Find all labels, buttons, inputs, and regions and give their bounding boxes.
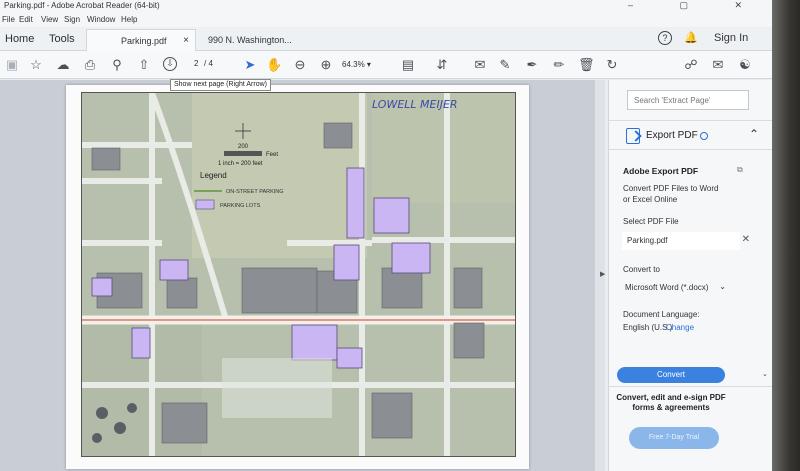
hand-icon[interactable]: ✋ (266, 57, 282, 73)
select-file-label: Select PDF File (623, 217, 679, 226)
cursor-icon[interactable]: ➤ (242, 57, 258, 73)
scale-value: 200 (238, 144, 249, 150)
chevron-up-icon[interactable]: ⌃ (749, 127, 759, 141)
handwritten-note: LOWELL MEIJER (372, 98, 458, 111)
menu-file[interactable]: File (2, 15, 15, 24)
export-pdf-label: Export PDF (646, 130, 698, 141)
export-pdf-header[interactable]: Export PDF ⌃ (609, 120, 772, 150)
save-icon[interactable]: ▣ (4, 57, 20, 73)
zoom-out-icon[interactable]: ⊖ (292, 57, 308, 73)
legend-on-street: ON-STREET PARKING (226, 189, 284, 195)
legend-title: Legend (200, 171, 227, 180)
rotate-icon[interactable]: ↻ (604, 57, 620, 73)
window-title: Parking.pdf - Adobe Acrobat Reader (64-b… (4, 1, 160, 10)
tab-label: 990 N. Washington... (208, 35, 292, 45)
menu-bar: File Edit View Sign Window Help (0, 14, 772, 27)
title-bar: Parking.pdf - Adobe Acrobat Reader (64-b… (0, 0, 772, 14)
star-icon[interactable]: ☆ (28, 57, 44, 73)
monitor-bezel (772, 0, 800, 471)
close-tab-icon[interactable]: × (183, 35, 189, 46)
tab-parking-pdf[interactable]: Parking.pdf × (86, 29, 196, 51)
help-icon[interactable]: ? (658, 31, 672, 45)
description-line-2: or Excel Online (623, 195, 678, 204)
account-icon[interactable]: ☯ (737, 57, 753, 73)
remove-file-icon[interactable]: ✕ (742, 234, 750, 245)
export-pdf-icon (626, 128, 640, 144)
prev-page-icon[interactable]: ⇧ (136, 57, 152, 73)
document-language-label: Document Language: (623, 310, 700, 319)
edit-icon[interactable]: ✏ (551, 57, 567, 73)
next-page-icon[interactable]: ⇩ (163, 57, 177, 71)
parking-map: 200 Feet 1 inch = 200 feet Legend ON-STR… (81, 92, 516, 457)
menu-view[interactable]: View (41, 15, 58, 24)
comment-icon[interactable]: ✉ (472, 57, 488, 73)
trash-icon[interactable]: 🗑 (578, 57, 595, 73)
bell-icon[interactable]: 🔔 (684, 31, 698, 44)
fit-page-icon[interactable]: ▤ (400, 57, 416, 73)
next-page-tooltip: Show next page (Right Arrow) (170, 79, 271, 91)
page-number-input[interactable]: 2 (194, 59, 198, 68)
scroll-mode-icon[interactable]: ⇵ (434, 57, 450, 73)
info-icon (700, 132, 708, 140)
right-tools-panel: Search 'Extract Page' Export PDF ⌃ Adobe… (608, 80, 772, 471)
tab-990-washington[interactable]: 990 N. Washington... (200, 29, 310, 51)
zoom-in-icon[interactable]: ⊕ (318, 57, 334, 73)
selected-file-field[interactable]: Parking.pdf ✕ (622, 232, 750, 250)
main-toolbar: ▣ ☆ ☁ ⎙ ⚲ ⇧ ⇩ 2 / 4 ➤ ✋ ⊖ ⊕ 64.3% ▾ ▤ ⇵ … (0, 51, 772, 79)
selected-file-name: Parking.pdf (627, 236, 668, 245)
section-title: Adobe Export PDF (623, 166, 699, 176)
scale-ratio: 1 inch = 200 feet (218, 161, 263, 167)
upload-cloud-icon[interactable]: ☁ (55, 57, 71, 73)
share-icon[interactable]: ☍ (683, 57, 699, 73)
search-icon[interactable]: ⚲ (109, 57, 125, 73)
document-language-value: English (U.S.) (623, 323, 673, 332)
sign-icon[interactable]: ✒ (524, 57, 540, 73)
zoom-level-select[interactable]: 64.3% ▾ (342, 58, 382, 72)
email-icon[interactable]: ✉ (710, 57, 726, 73)
tools-search-input[interactable]: Search 'Extract Page' (627, 90, 749, 110)
document-viewport[interactable]: 200 Feet 1 inch = 200 feet Legend ON-STR… (0, 80, 600, 471)
legend-parking-lots: PARKING LOTS (220, 203, 261, 209)
menu-help[interactable]: Help (121, 15, 137, 24)
description-line-1: Convert PDF Files to Word (623, 184, 719, 193)
convert-to-label: Convert to (623, 265, 660, 274)
scale-unit: Feet (266, 152, 278, 158)
page-total: / 4 (204, 59, 213, 68)
panel-divider (609, 386, 772, 387)
pdf-page: 200 Feet 1 inch = 200 feet Legend ON-STR… (66, 85, 529, 469)
nav-home[interactable]: Home (5, 33, 34, 45)
menu-window[interactable]: Window (87, 15, 115, 24)
collapse-panel-icon[interactable]: ▶ (600, 270, 605, 278)
scale-bar (224, 151, 262, 156)
pen-icon[interactable]: ✎ (497, 57, 513, 73)
print-icon[interactable]: ⎙ (82, 57, 98, 73)
sign-in-link[interactable]: Sign In (714, 32, 748, 44)
menu-sign[interactable]: Sign (64, 15, 80, 24)
free-trial-button[interactable]: Free 7-Day Trial (629, 427, 719, 449)
convert-button[interactable]: Convert (617, 367, 725, 383)
format-selected: Microsoft Word (*.docx) (625, 283, 709, 292)
format-select[interactable]: Microsoft Word (*.docx) ⌄ (622, 280, 726, 296)
tab-label: Parking.pdf (121, 36, 167, 46)
window-controls[interactable]: – ▢ ✕ (628, 0, 764, 11)
acrobat-window: Parking.pdf - Adobe Acrobat Reader (64-b… (0, 0, 772, 471)
nav-tools[interactable]: Tools (49, 33, 75, 45)
copy-icon[interactable]: ⧉ (737, 165, 743, 175)
tab-row: Home Tools Parking.pdf × 990 N. Washingt… (0, 27, 772, 51)
panel-scroll-chevron-icon[interactable]: ⌄ (762, 370, 768, 378)
change-language-link[interactable]: Change (666, 323, 694, 332)
menu-edit[interactable]: Edit (19, 15, 33, 24)
chevron-down-icon: ⌄ (719, 282, 726, 291)
map-graphic: 200 Feet 1 inch = 200 feet Legend ON-STR… (82, 93, 515, 456)
promo-text: Convert, edit and e-sign PDF forms & agr… (616, 393, 726, 412)
